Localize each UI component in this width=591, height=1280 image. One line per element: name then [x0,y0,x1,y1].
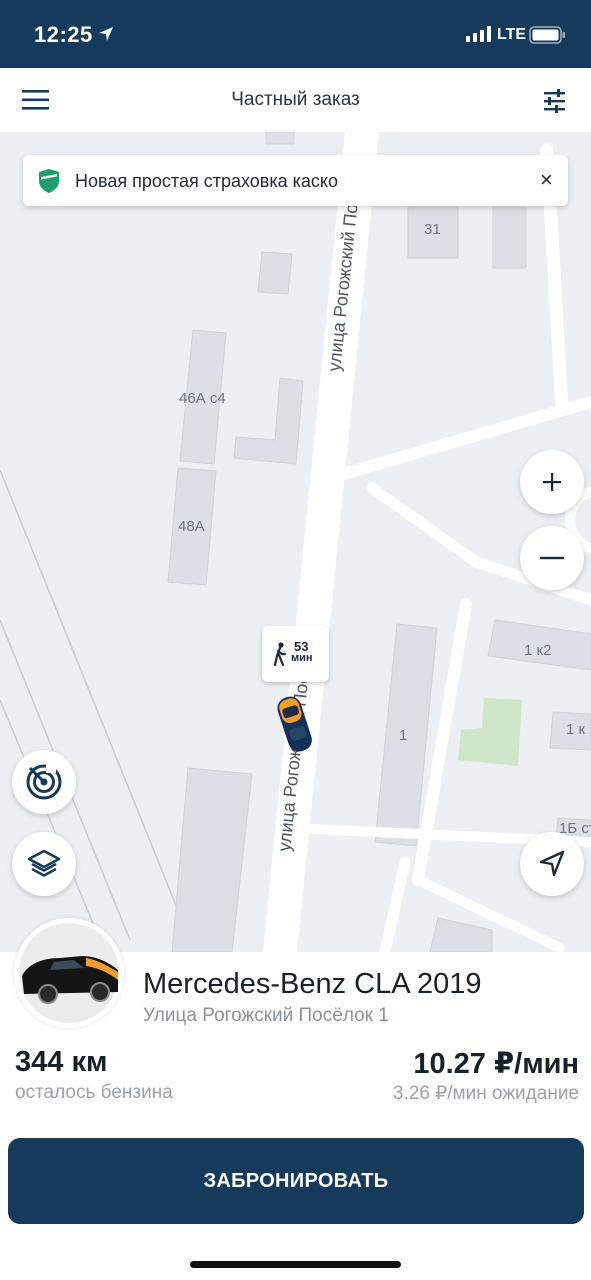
zoom-in-button[interactable] [520,450,584,514]
status-time: 12:25 [34,22,93,47]
page-title: Частный заказ [231,89,360,110]
car-address: Улица Рогожский Посёлок 1 [143,1005,389,1026]
shield-icon [39,169,59,193]
close-icon[interactable]: × [540,169,553,191]
building-label: 1 к2 [524,642,551,659]
navigation-arrow-icon [539,850,565,877]
waiting-price: 3.26 ₽/мин ожидание [392,1083,579,1104]
car-marker-icon[interactable] [274,692,316,758]
plus-icon [543,473,561,491]
car-image-icon [19,923,119,1023]
signal-icon [466,26,491,42]
filter-settings-icon[interactable] [542,88,568,114]
building-label: 48А [178,518,205,535]
fuel-range-value: 344 км [15,1046,108,1078]
building-label: 1 к [566,721,586,738]
my-location-button[interactable] [520,832,584,896]
minus-icon [540,556,564,560]
green-area [458,698,522,766]
location-arrow-icon [99,27,113,41]
layers-icon [27,849,61,877]
home-indicator [190,1261,401,1268]
car-model: Mercedes-Benz CLA 2019 [143,968,482,1000]
map-canvas: 31 46А с4 48А 1 к2 1 1 к 1Б ст улица Рог… [0,132,591,952]
radar-icon [26,763,62,800]
insurance-banner[interactable]: Новая простая страховка каско × [23,155,568,206]
status-bar: 12:25 LTE [0,0,591,68]
banner-text: Новая простая страховка каско [75,171,338,191]
walking-person-icon [273,642,287,666]
top-navigation-bar: Частный заказ [0,68,591,133]
book-button[interactable]: ЗАБРОНИРОВАТЬ [8,1138,584,1224]
building-label: 31 [424,221,441,238]
radar-button[interactable] [12,750,76,814]
walking-time-badge: 53 мин [262,626,329,682]
map-layers-button[interactable] [12,832,76,896]
network-type: LTE [497,26,527,43]
walking-time-unit: мин [291,652,313,664]
battery-icon [529,26,565,44]
map-view[interactable]: 31 46А с4 48А 1 к2 1 1 к 1Б ст улица Рог… [0,132,591,952]
building-label: 1 [399,727,407,744]
building-label: 46А с4 [179,390,226,407]
car-photo [14,918,124,1028]
price-per-minute: 10.27 ₽/мин [413,1048,579,1080]
fuel-range-label: осталось бензина [15,1082,173,1103]
zoom-out-button[interactable] [520,526,584,590]
